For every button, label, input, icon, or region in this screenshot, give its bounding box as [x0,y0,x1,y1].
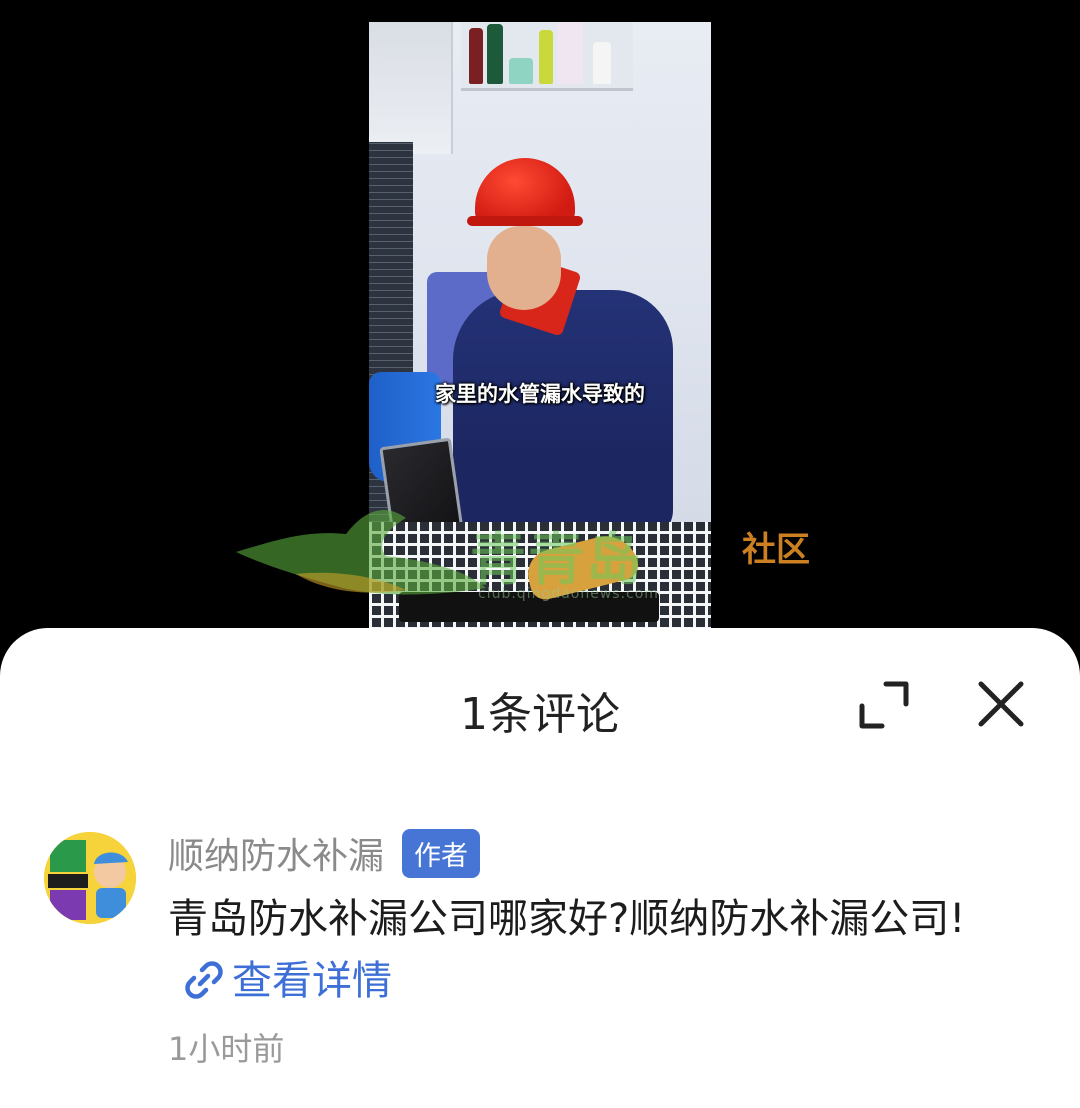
watermark-community: 社区 [742,530,810,570]
expand-icon [859,681,909,729]
comment-text: 青岛防水补漏公司哪家好?顺纳防水补漏公司! [168,896,966,942]
bathroom-shelf [461,22,633,91]
hard-hat-brim [467,216,583,226]
view-details-label: 查看详情 [232,958,392,1004]
avatar-image [44,832,136,924]
link-icon [185,961,223,999]
author-badge: 作者 [402,828,481,878]
shower-caddy [369,22,453,154]
video-player[interactable]: 家里的水管漏水导致的 青青岛 社区 club.qingdaonews.com [0,0,1080,660]
close-icon [978,681,1024,727]
avatar[interactable] [44,832,136,924]
video-subtitle: 家里的水管漏水导致的 [435,382,645,406]
view-details-link[interactable]: 查看详情 [168,958,392,1004]
comment-author[interactable]: 顺纳防水补漏 [168,827,384,879]
close-button[interactable] [972,678,1030,732]
watermark-url: club.qingdaonews.com [478,586,659,602]
comments-sheet: 1条评论 顺纳防水补漏 作者 青岛防水补漏公司哪家好?顺纳防水补漏公司!查看详情… [0,628,1080,1108]
comment-timestamp: 1小时前 [168,1030,285,1068]
comment-body[interactable]: 青岛防水补漏公司哪家好?顺纳防水补漏公司! 查看详情 [168,888,1048,1012]
expand-button[interactable] [856,678,912,732]
watermark-brand: 青青岛 [470,528,644,593]
worker-face [487,226,561,310]
comments-title: 1条评论 [460,689,620,740]
